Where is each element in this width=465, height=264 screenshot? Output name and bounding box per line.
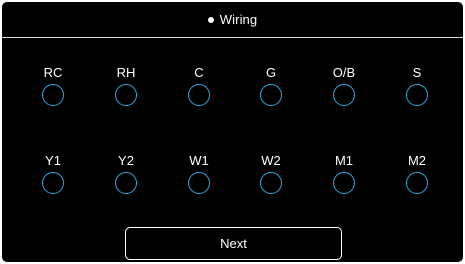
terminal-c-connector[interactable]: [188, 84, 210, 106]
terminal-label: M1: [334, 153, 354, 168]
header-divider: [2, 37, 463, 38]
header: Wiring: [2, 2, 463, 36]
terminal-w2-connector[interactable]: [260, 172, 282, 194]
terminal-rh: RH: [96, 65, 156, 106]
terminal-label: RC: [43, 65, 63, 80]
terminal-w1: W1: [169, 153, 229, 194]
terminal-w1-connector[interactable]: [188, 172, 210, 194]
terminal-label: RH: [116, 65, 136, 80]
terminal-rc-connector[interactable]: [42, 84, 64, 106]
terminal-y2-connector[interactable]: [115, 172, 137, 194]
terminal-y1: Y1: [23, 153, 83, 194]
terminal-s: S: [387, 65, 447, 106]
bullet-dot-icon: [207, 16, 214, 23]
terminal-label: M2: [407, 153, 427, 168]
terminal-label: G: [265, 65, 277, 80]
terminal-label: Y2: [118, 153, 134, 168]
terminal-m1-connector[interactable]: [333, 172, 355, 194]
terminal-c: C: [169, 65, 229, 106]
terminal-ob: O/B: [314, 65, 374, 106]
terminal-label: Y1: [45, 153, 61, 168]
terminal-y1-connector[interactable]: [42, 172, 64, 194]
terminal-m2: M2: [387, 153, 447, 194]
terminal-ob-connector[interactable]: [333, 84, 355, 106]
terminal-label: O/B: [332, 65, 356, 80]
next-button[interactable]: Next: [125, 227, 342, 260]
terminal-label: W2: [261, 153, 281, 168]
terminal-rc: RC: [23, 65, 83, 106]
terminal-s-connector[interactable]: [406, 84, 428, 106]
terminal-g: G: [241, 65, 301, 106]
terminal-g-connector[interactable]: [260, 84, 282, 106]
terminal-label: S: [412, 65, 422, 80]
terminal-m1: M1: [314, 153, 374, 194]
wiring-screen: Wiring RC RH C G O/B S Y1 Y2 W1 W2 M1 M2…: [2, 2, 463, 262]
terminal-y2: Y2: [96, 153, 156, 194]
terminal-label: C: [194, 65, 204, 80]
terminal-w2: W2: [241, 153, 301, 194]
page-title: Wiring: [219, 11, 258, 27]
terminal-label: W1: [189, 153, 209, 168]
terminal-m2-connector[interactable]: [406, 172, 428, 194]
terminal-rh-connector[interactable]: [115, 84, 137, 106]
